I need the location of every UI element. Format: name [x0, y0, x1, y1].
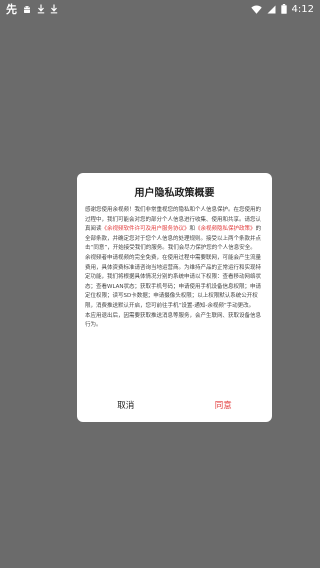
cancel-button[interactable]: 取消 [77, 393, 175, 417]
android-icon [22, 4, 32, 14]
dialog-body: 感谢您使用余视频！我们非常重视您的隐私和个人信息保护。在您使用的过程中，我们可能… [85, 206, 264, 383]
policy-paragraph-1: 感谢您使用余视频！我们非常重视您的隐私和个人信息保护。在您使用的过程中，我们可能… [85, 206, 264, 254]
status-time: 4:12 [291, 3, 314, 15]
download-icon [37, 4, 45, 14]
signal-icon [267, 5, 276, 14]
dialog-title: 用户隐私政策概要 [134, 188, 215, 199]
agree-button[interactable]: 同意 [175, 393, 273, 417]
download-icon [50, 4, 58, 14]
status-right: 4:12 [250, 3, 314, 15]
user-agreement-link[interactable]: 《余视频软件许可及用户服务协议》 [102, 226, 190, 232]
wifi-icon [250, 5, 262, 14]
screen: 先 4:12 用户隐私政策概要 感谢您使用余视频！我们非常重视您的隐私和个人信息… [0, 0, 320, 568]
policy-paragraph-3: 本应用退出后，因需要获取推送消息等服务，会产生联网、获取设备信息行为。 [85, 312, 262, 329]
status-left: 先 [6, 1, 58, 17]
privacy-policy-dialog: 用户隐私政策概要 感谢您使用余视频！我们非常重视您的隐私和个人信息保护。在您使用… [77, 173, 272, 422]
battery-icon [280, 4, 287, 14]
privacy-policy-link[interactable]: 《余视频隐私保护政策》 [195, 226, 256, 232]
app-logo-icon: 先 [6, 3, 17, 16]
policy-paragraph-2: 余视频者申请视频的完全免费，在使用过程中需要联网，可能会产生流量费用，具体资费标… [85, 254, 262, 309]
status-bar: 先 4:12 [0, 0, 320, 18]
dialog-actions: 取消 同意 [77, 393, 272, 417]
